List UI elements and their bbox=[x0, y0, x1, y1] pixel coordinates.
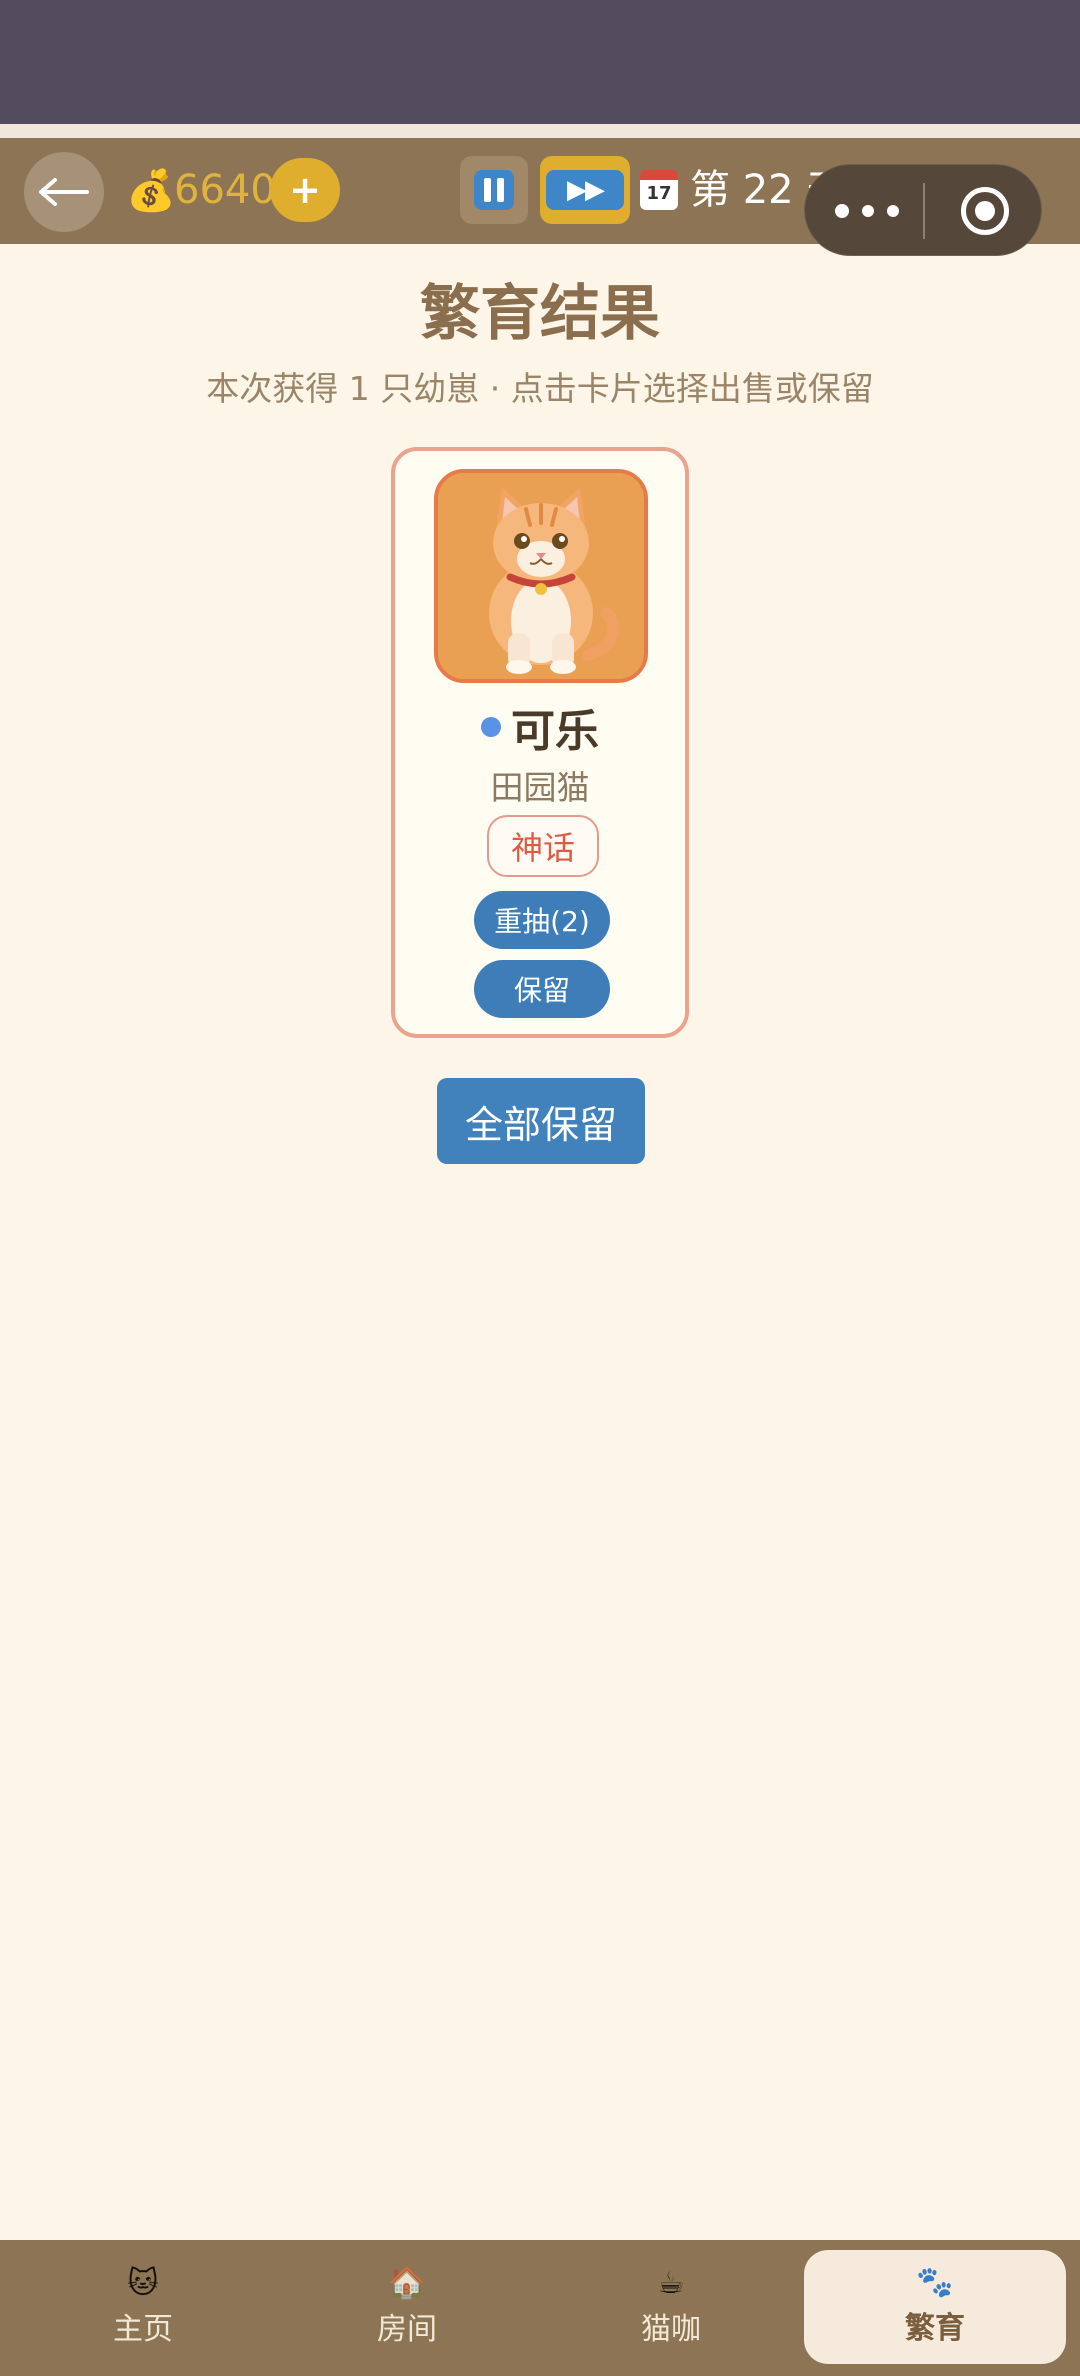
tab-cafe[interactable]: ☕ 猫咖 bbox=[536, 2240, 806, 2376]
page-subtitle: 本次获得 1 只幼崽 · 点击卡片选择出售或保留 bbox=[206, 369, 874, 408]
miniprogram-capsule bbox=[804, 164, 1042, 256]
coffee-icon: ☕ bbox=[657, 2266, 685, 2301]
tab-label: 繁育 bbox=[905, 2311, 965, 2346]
page-title: 繁育结果 bbox=[420, 279, 660, 349]
reroll-button[interactable]: 重抽(2) bbox=[474, 891, 610, 949]
capsule-divider bbox=[923, 183, 925, 239]
bottom-tab-bar: 🐱 主页 🏠 房间 ☕ 猫咖 🐾 繁育 bbox=[0, 2240, 1080, 2376]
cat-portrait bbox=[434, 469, 648, 683]
breeding-icon: 🐾 bbox=[916, 2265, 954, 2300]
male-gender-icon bbox=[481, 717, 501, 737]
tab-room[interactable]: 🏠 房间 bbox=[272, 2240, 542, 2376]
keep-button[interactable]: 保留 bbox=[474, 960, 610, 1018]
kitten-name: 可乐 bbox=[511, 706, 599, 757]
more-options-icon[interactable] bbox=[835, 191, 899, 231]
pause-icon bbox=[474, 170, 514, 210]
cat-illustration bbox=[438, 473, 644, 679]
kitten-breed: 田园猫 bbox=[490, 768, 590, 807]
tab-label: 房间 bbox=[377, 2312, 437, 2347]
tab-breeding[interactable]: 🐾 繁育 bbox=[804, 2250, 1066, 2364]
room-icon: 🏠 bbox=[388, 2266, 426, 2301]
arrow-left-icon bbox=[39, 178, 89, 206]
close-miniprogram-icon[interactable] bbox=[961, 187, 1009, 235]
back-button[interactable] bbox=[24, 152, 104, 232]
keep-all-button[interactable]: 全部保留 bbox=[437, 1078, 645, 1164]
add-coins-button[interactable]: + bbox=[270, 158, 340, 222]
status-divider bbox=[0, 124, 1080, 138]
rarity-badge: 神话 bbox=[487, 815, 599, 877]
tab-label: 主页 bbox=[113, 2312, 173, 2347]
kitten-card[interactable]: 可乐 田园猫 神话 重抽(2) 保留 bbox=[391, 447, 689, 1038]
kitten-name-row: 可乐 bbox=[395, 697, 685, 757]
calendar-icon: 17 bbox=[640, 170, 678, 210]
tab-home[interactable]: 🐱 主页 bbox=[8, 2240, 278, 2376]
system-status-bar bbox=[0, 0, 1080, 124]
house-cat-icon: 🐱 bbox=[127, 2266, 159, 2301]
tab-label: 猫咖 bbox=[641, 2312, 701, 2347]
fast-forward-icon: ▶▶ bbox=[546, 170, 624, 210]
coin-balance: 6640 bbox=[174, 167, 276, 213]
fast-forward-button[interactable]: ▶▶ bbox=[540, 156, 630, 224]
money-bag-icon: 💰 bbox=[126, 168, 176, 214]
pause-button[interactable] bbox=[460, 156, 528, 224]
